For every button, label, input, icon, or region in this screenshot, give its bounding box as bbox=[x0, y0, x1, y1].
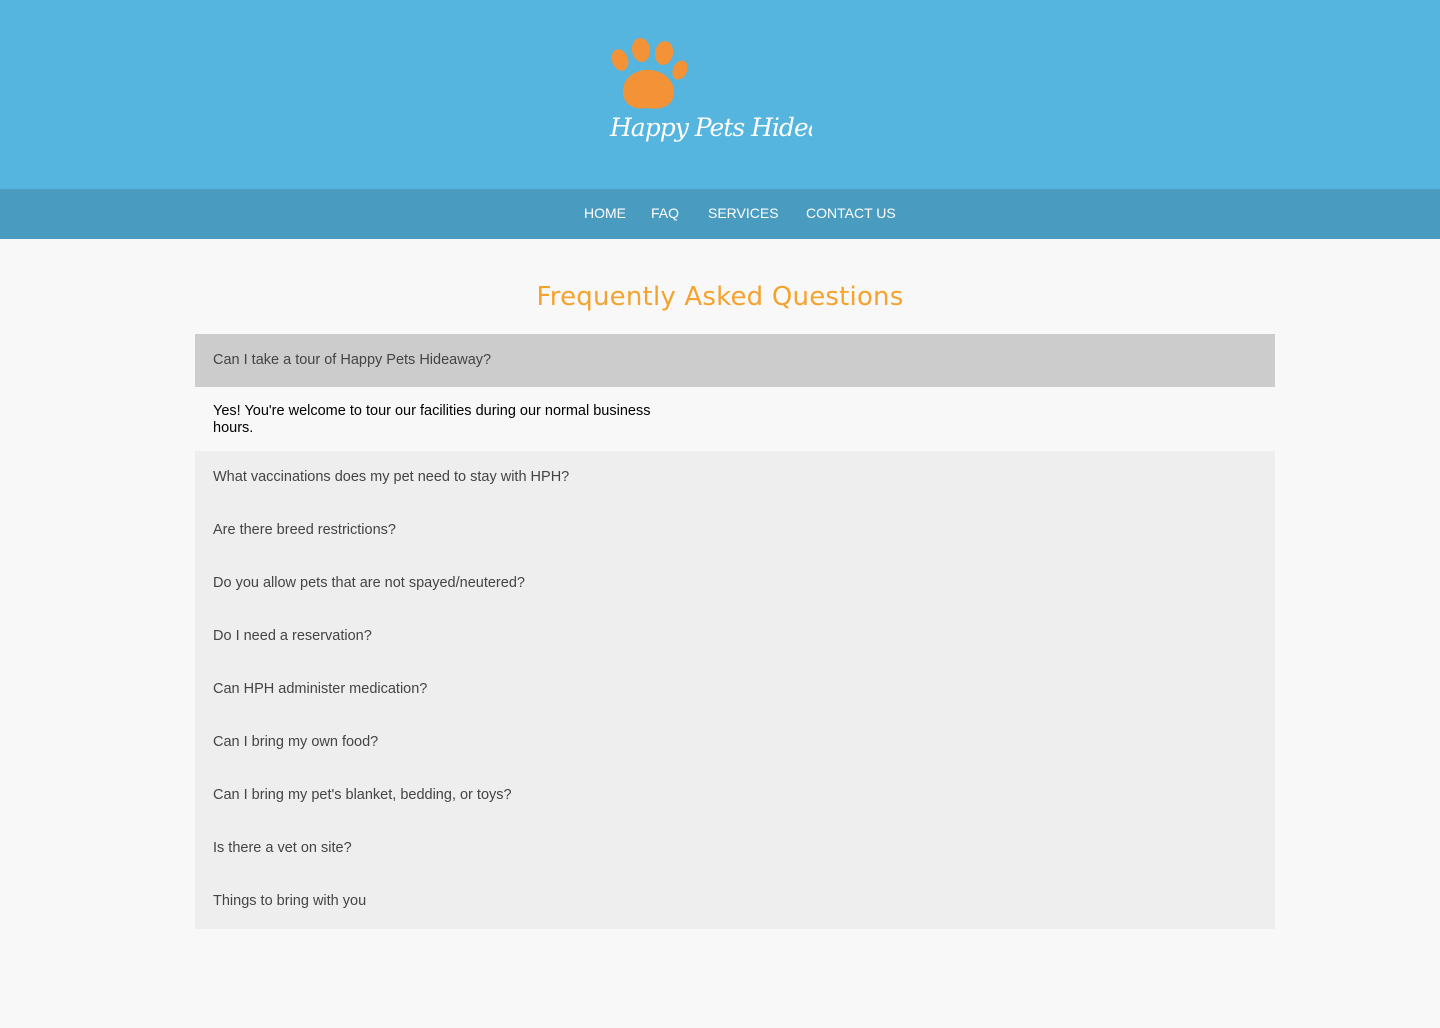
faq-answer-text: Yes! You're welcome to tour our faciliti… bbox=[213, 403, 651, 436]
logo-text: Happy Pets Hideaway bbox=[609, 113, 812, 142]
faq-question[interactable]: Do you allow pets that are not spayed/ne… bbox=[195, 557, 1275, 610]
site-logo[interactable]: Happy Pets Hideaway bbox=[607, 38, 812, 150]
faq-question[interactable]: Things to bring with you bbox=[195, 875, 1275, 928]
faq-answer: Yes! You're welcome to tour our faciliti… bbox=[195, 387, 1275, 451]
nav-home[interactable]: HOME bbox=[584, 189, 626, 239]
faq-question[interactable]: Can I bring my own food? bbox=[195, 716, 1275, 769]
page-title: Frequently Asked Questions bbox=[536, 282, 904, 312]
nav-contact-us[interactable]: CONTACT US bbox=[806, 189, 896, 239]
faq-question-active[interactable]: Can I take a tour of Happy Pets Hideaway… bbox=[195, 334, 1275, 387]
faq-question[interactable]: Is there a vet on site? bbox=[195, 822, 1275, 875]
faq-question[interactable]: Can HPH administer medication? bbox=[195, 663, 1275, 716]
main-nav: HOME FAQ SERVICES CONTACT US bbox=[0, 189, 1440, 239]
faq-question[interactable]: Do I need a reservation? bbox=[195, 610, 1275, 663]
faq-question[interactable]: Are there breed restrictions? bbox=[195, 504, 1275, 557]
nav-services[interactable]: SERVICES bbox=[708, 189, 779, 239]
site-header: Happy Pets Hideaway bbox=[0, 0, 1440, 189]
nav-faq[interactable]: FAQ bbox=[651, 189, 679, 239]
faq-accordion: Can I take a tour of Happy Pets Hideaway… bbox=[195, 334, 1275, 929]
faq-question[interactable]: What vaccinations does my pet need to st… bbox=[195, 451, 1275, 504]
faq-question-list: What vaccinations does my pet need to st… bbox=[195, 451, 1275, 929]
paw-icon: Happy Pets Hideaway bbox=[609, 38, 812, 142]
faq-question[interactable]: Can I bring my pet's blanket, bedding, o… bbox=[195, 769, 1275, 822]
